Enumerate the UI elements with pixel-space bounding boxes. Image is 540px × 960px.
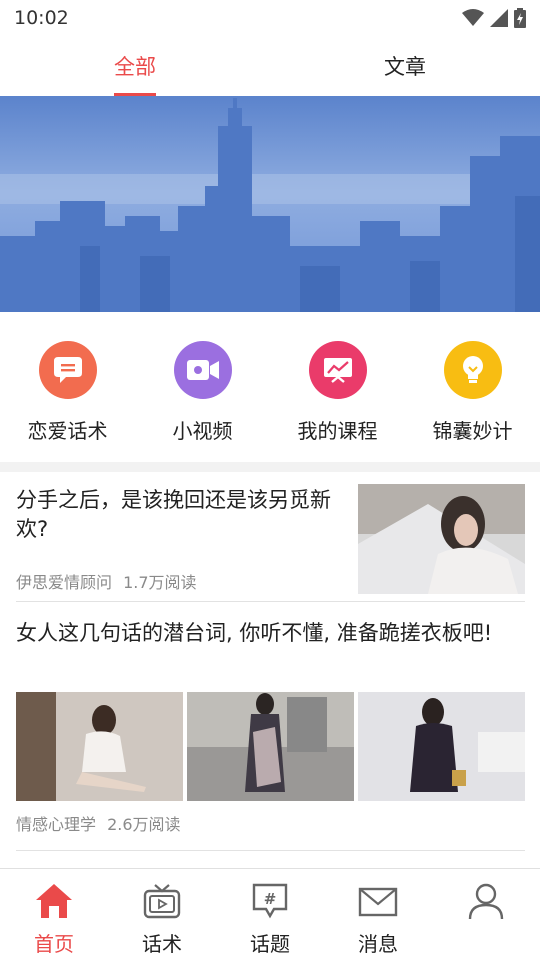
article-reads: 2.6万阅读 [107, 815, 181, 834]
article-card[interactable]: 分手之后，是该挽回还是该另觅新欢? 伊思爱情顾问 1.7万阅读 [16, 472, 525, 602]
article-meta: 情感心理学 2.6万阅读 [16, 811, 181, 835]
tab-all[interactable]: 全部 [0, 36, 270, 96]
user-icon [465, 880, 507, 922]
article-reads: 1.7万阅读 [123, 573, 197, 592]
svg-text:#: # [264, 890, 277, 908]
article-author: 伊思爱情顾问 [16, 573, 113, 592]
nav-label: 话术 [142, 932, 182, 956]
status-time: 10:02 [14, 7, 69, 29]
banner-image[interactable] [0, 96, 540, 312]
battery-icon [514, 8, 526, 28]
wifi-icon [462, 9, 484, 26]
article-title: 分手之后，是该挽回还是该另觅新欢? [16, 488, 331, 541]
category-grid: 恋爱话术 小视频 我的课程 锦囊妙计 [0, 312, 540, 462]
tab-articles[interactable]: 文章 [270, 36, 540, 96]
article-image [187, 692, 354, 801]
category-love-talk[interactable]: 恋爱话术 [0, 312, 135, 462]
category-label: 我的课程 [297, 419, 378, 443]
tv-icon [141, 880, 183, 922]
nav-label: 消息 [358, 932, 398, 956]
bottom-nav-bar: 首页 话术 # 话题 消息 [0, 868, 540, 960]
category-label: 恋爱话术 [27, 419, 108, 443]
mail-icon [357, 880, 399, 922]
city-skyline-image [0, 96, 540, 312]
nav-topic[interactable]: # 话题 [216, 869, 324, 960]
video-camera-icon [173, 341, 232, 399]
article-card[interactable]: 女人这几句话的潜台词, 你听不懂, 准备跪搓衣板吧! 情感心理学 2.6万阅读 [16, 603, 525, 851]
article-meta: 伊思爱情顾问 1.7万阅读 [16, 569, 197, 593]
section-divider [0, 462, 540, 472]
category-label: 锦囊妙计 [432, 419, 513, 443]
top-tab-bar: 全部 文章 [0, 36, 540, 96]
chart-board-icon [308, 341, 367, 399]
article-title: 女人这几句话的潜台词, 你听不懂, 准备跪搓衣板吧! [16, 621, 493, 645]
article-thumbnail [358, 484, 525, 594]
nav-label: 首页 [34, 932, 74, 956]
status-icons [462, 8, 526, 28]
topic-hash-icon: # [249, 880, 291, 922]
home-icon [33, 880, 75, 922]
category-label: 小视频 [172, 419, 233, 443]
category-tips[interactable]: 锦囊妙计 [405, 312, 540, 462]
article-author: 情感心理学 [16, 815, 97, 834]
nav-talk[interactable]: 话术 [108, 869, 216, 960]
category-short-video[interactable]: 小视频 [135, 312, 270, 462]
article-image [358, 692, 525, 801]
chat-bubble-icon [38, 341, 97, 399]
nav-home[interactable]: 首页 [0, 869, 108, 960]
status-bar: 10:02 [0, 0, 540, 36]
article-image [16, 692, 183, 801]
signal-icon [490, 9, 508, 27]
category-my-courses[interactable]: 我的课程 [270, 312, 405, 462]
nav-profile[interactable] [432, 869, 540, 960]
nav-label: 话题 [250, 932, 290, 956]
article-image-row [16, 692, 525, 801]
nav-messages[interactable]: 消息 [324, 869, 432, 960]
lightbulb-icon [443, 341, 502, 399]
